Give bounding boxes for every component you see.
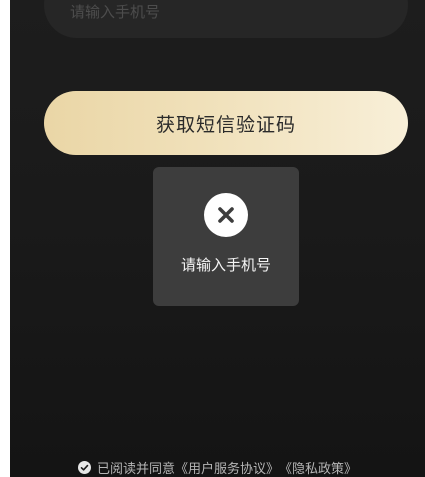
privacy-policy-link[interactable]: 《隐私政策》 [279,458,357,477]
login-screen: 获取短信验证码 请输入手机号 已阅读并同意 《用户服务协议》 《隐私政策》 [10,0,425,477]
check-circle-icon[interactable] [77,461,91,474]
close-icon [204,193,248,237]
get-sms-code-label: 获取短信验证码 [155,113,296,136]
agreement-prefix: 已阅读并同意 [96,462,175,477]
get-sms-code-button[interactable]: 获取短信验证码 [44,91,408,155]
phone-input[interactable] [70,0,370,26]
phone-input-container [44,0,408,38]
user-agreement-link[interactable]: 《用户服务协议》 [175,458,279,477]
error-toast: 请输入手机号 [153,167,299,306]
agreement-row: 已阅读并同意 《用户服务协议》 《隐私政策》 [10,458,425,477]
toast-message: 请输入手机号 [180,256,271,274]
